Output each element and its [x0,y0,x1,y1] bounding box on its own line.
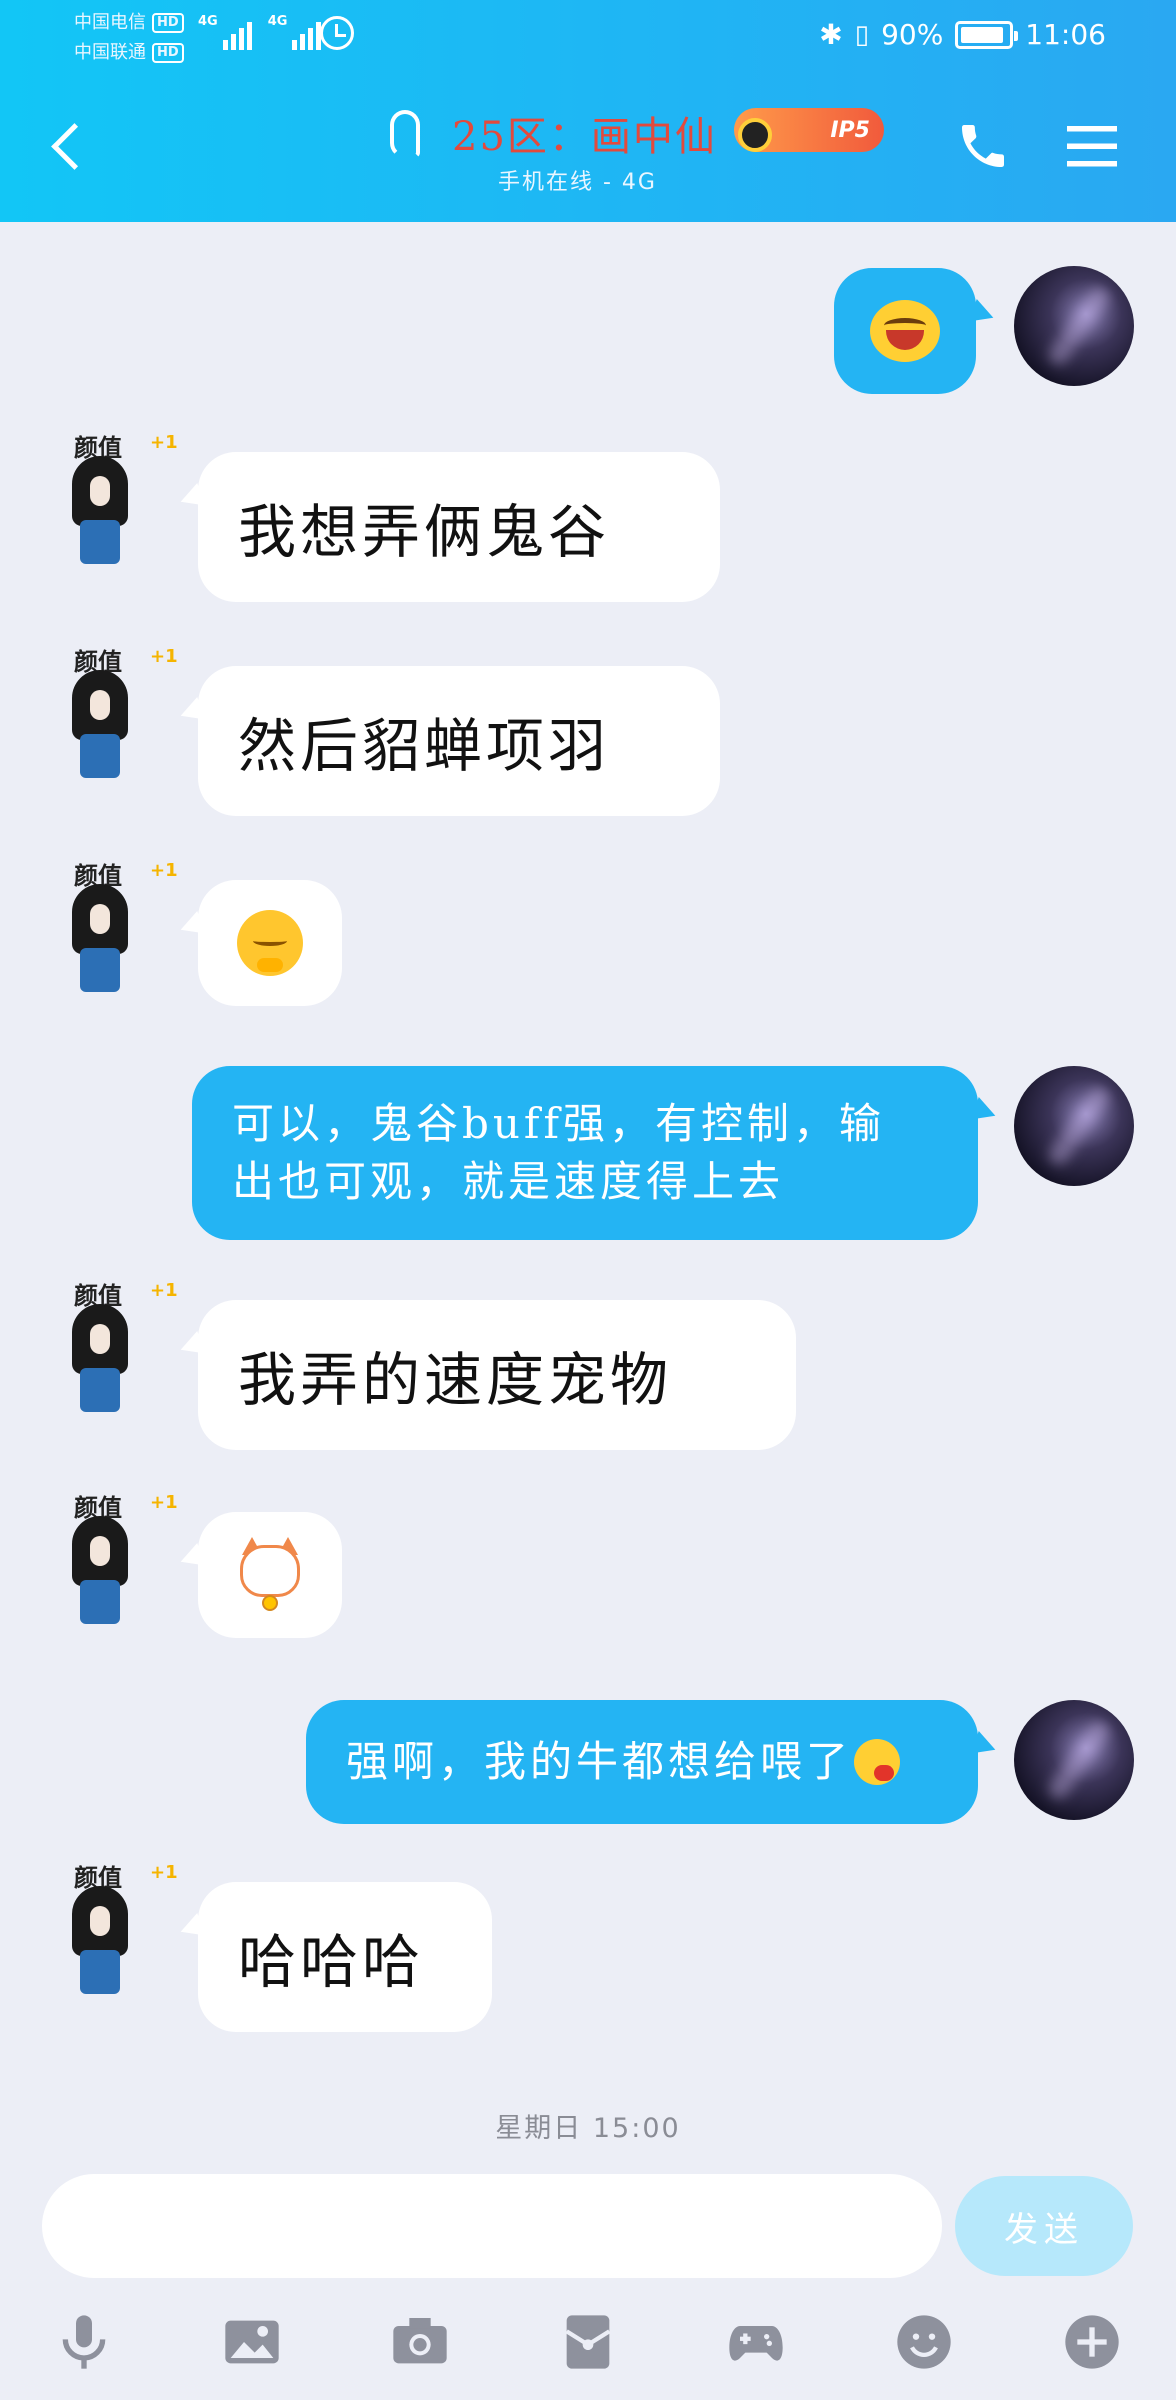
message-row: 颜值 +1 哈哈哈 [0,1858,1176,2038]
avatar-plus: +1 [150,1280,178,1301]
message-text: 我弄的速度宠物 [238,1346,673,1414]
title-area[interactable]: 25区：画中仙 IP5 手机在线 - 4G [390,100,890,200]
carrier-info: 中国电信 HD 中国联通 HD [74,8,184,68]
avatar-face [72,1304,128,1374]
avatar-body [80,520,120,564]
laugh-tears-icon [870,300,940,362]
battery-percent: 90% [881,18,944,51]
message-row: 颜值 +1 然后貂蝉项羽 [0,642,1176,822]
hamburger-icon [1067,126,1117,167]
avatar-face [72,1516,128,1586]
hd-badge: HD [152,13,184,33]
message-bubble[interactable] [198,880,342,1006]
avatar-plus: +1 [150,860,178,881]
message-bubble[interactable] [834,268,976,394]
back-button[interactable] [46,118,86,178]
input-toolbar [0,2300,1176,2380]
avatar-plus: +1 [150,1492,178,1513]
message-row: 可以，鬼谷buff强，有控制，输 出也可观，就是速度得上去 [0,1064,1176,1244]
vibrate-icon: ▯ [854,19,870,50]
emoji-icon[interactable] [890,2308,958,2376]
lucky-cat-icon [236,1537,304,1613]
message-bubble[interactable]: 强啊，我的牛都想给喂了 [306,1700,978,1824]
avatar-plus: +1 [150,1862,178,1883]
avatar-face [72,670,128,740]
chat-header: 中国电信 HD 中国联通 HD 4G 4G ✱ ▯ 90% 11:06 25区：画中… [0,0,1176,222]
avatar-plus: +1 [150,646,178,667]
avatar-body [80,948,120,992]
contact-avatar[interactable]: 颜值 +1 [50,428,178,568]
contact-avatar[interactable]: 颜值 +1 [50,856,178,996]
battery-icon [955,20,1019,49]
avatar-body [80,734,120,778]
self-avatar[interactable] [1014,1700,1134,1820]
ear-icon [390,110,420,158]
shy-face-icon [237,910,303,976]
self-avatar[interactable] [1014,266,1134,386]
message-bubble[interactable]: 我想弄俩鬼谷 [198,452,720,602]
self-avatar[interactable] [1014,1066,1134,1186]
message-row [0,262,1176,394]
avatar-body [80,1580,120,1624]
image-icon[interactable] [218,2308,286,2376]
message-row: 颜值 +1 我想弄俩鬼谷 [0,428,1176,608]
message-row: 颜值 +1 [0,1488,1176,1648]
status-right: ✱ ▯ 90% 11:06 [819,18,1106,51]
message-row: 颜值 +1 我弄的速度宠物 [0,1276,1176,1456]
gamepad-icon[interactable] [722,2308,790,2376]
signal-icon: 4G [268,14,322,50]
online-status: 手机在线 - 4G [498,170,657,195]
contact-avatar[interactable]: 颜值 +1 [50,1488,178,1628]
status-bar: 中国电信 HD 中国联通 HD 4G 4G ✱ ▯ 90% 11:06 [0,0,1176,70]
message-text: 强啊，我的牛都想给喂了 [346,1737,853,1786]
phone-icon [962,125,1004,167]
message-row: 颜值 +1 [0,856,1176,1016]
avatar-plus: +1 [150,432,178,453]
avatar-body [80,1950,120,1994]
drooling-face-icon [854,1739,901,1785]
avatar-face [72,1886,128,1956]
carrier-2: 中国联通 [74,42,146,63]
message-bubble[interactable]: 我弄的速度宠物 [198,1300,796,1450]
menu-button[interactable] [1062,116,1122,176]
plus-icon[interactable] [1058,2308,1126,2376]
avatar-face [72,456,128,526]
battery-fill [961,26,1003,43]
clock: 11:06 [1025,18,1106,51]
message-bubble[interactable]: 可以，鬼谷buff强，有控制，输 出也可观，就是速度得上去 [192,1066,978,1240]
message-text-line-2: 出也可观，就是速度得上去 [232,1157,785,1206]
message-text: 然后貂蝉项羽 [238,712,611,780]
camera-icon[interactable] [386,2308,454,2376]
avatar-face [72,884,128,954]
signal-icon: 4G [198,14,252,50]
microphone-icon[interactable] [50,2308,118,2376]
message-bubble[interactable] [198,1512,342,1638]
vip-badge: IP5 [734,108,884,152]
contact-avatar[interactable]: 颜值 +1 [50,1276,178,1416]
contact-avatar[interactable]: 颜值 +1 [50,1858,178,1998]
message-bubble[interactable]: 哈哈哈 [198,1882,492,2032]
message-row: 强啊，我的牛都想给喂了 [0,1698,1176,1828]
carrier-1: 中国电信 [74,12,146,33]
network-type: 4G [198,14,218,29]
call-button[interactable] [955,118,1011,174]
message-text: 我想弄俩鬼谷 [238,498,611,566]
send-button[interactable]: 发送 [955,2176,1133,2276]
avatar-body [80,1368,120,1412]
contact-avatar[interactable]: 颜值 +1 [50,642,178,782]
network-type: 4G [267,14,288,29]
red-packet-icon[interactable] [554,2308,622,2376]
timestamp: 星期日 15:00 [495,2113,681,2144]
chat-title: 25区：画中仙 [452,114,717,160]
message-text-line-1: 可以，鬼谷buff强，有控制，输 [232,1099,886,1148]
bluetooth-icon: ✱ [819,18,843,51]
message-bubble[interactable]: 然后貂蝉项羽 [198,666,720,816]
signal-icons: 4G 4G [198,14,322,50]
hd-badge: HD [152,43,184,63]
message-input[interactable] [42,2174,942,2278]
alarm-icon [320,16,354,50]
message-text: 哈哈哈 [238,1928,425,1996]
